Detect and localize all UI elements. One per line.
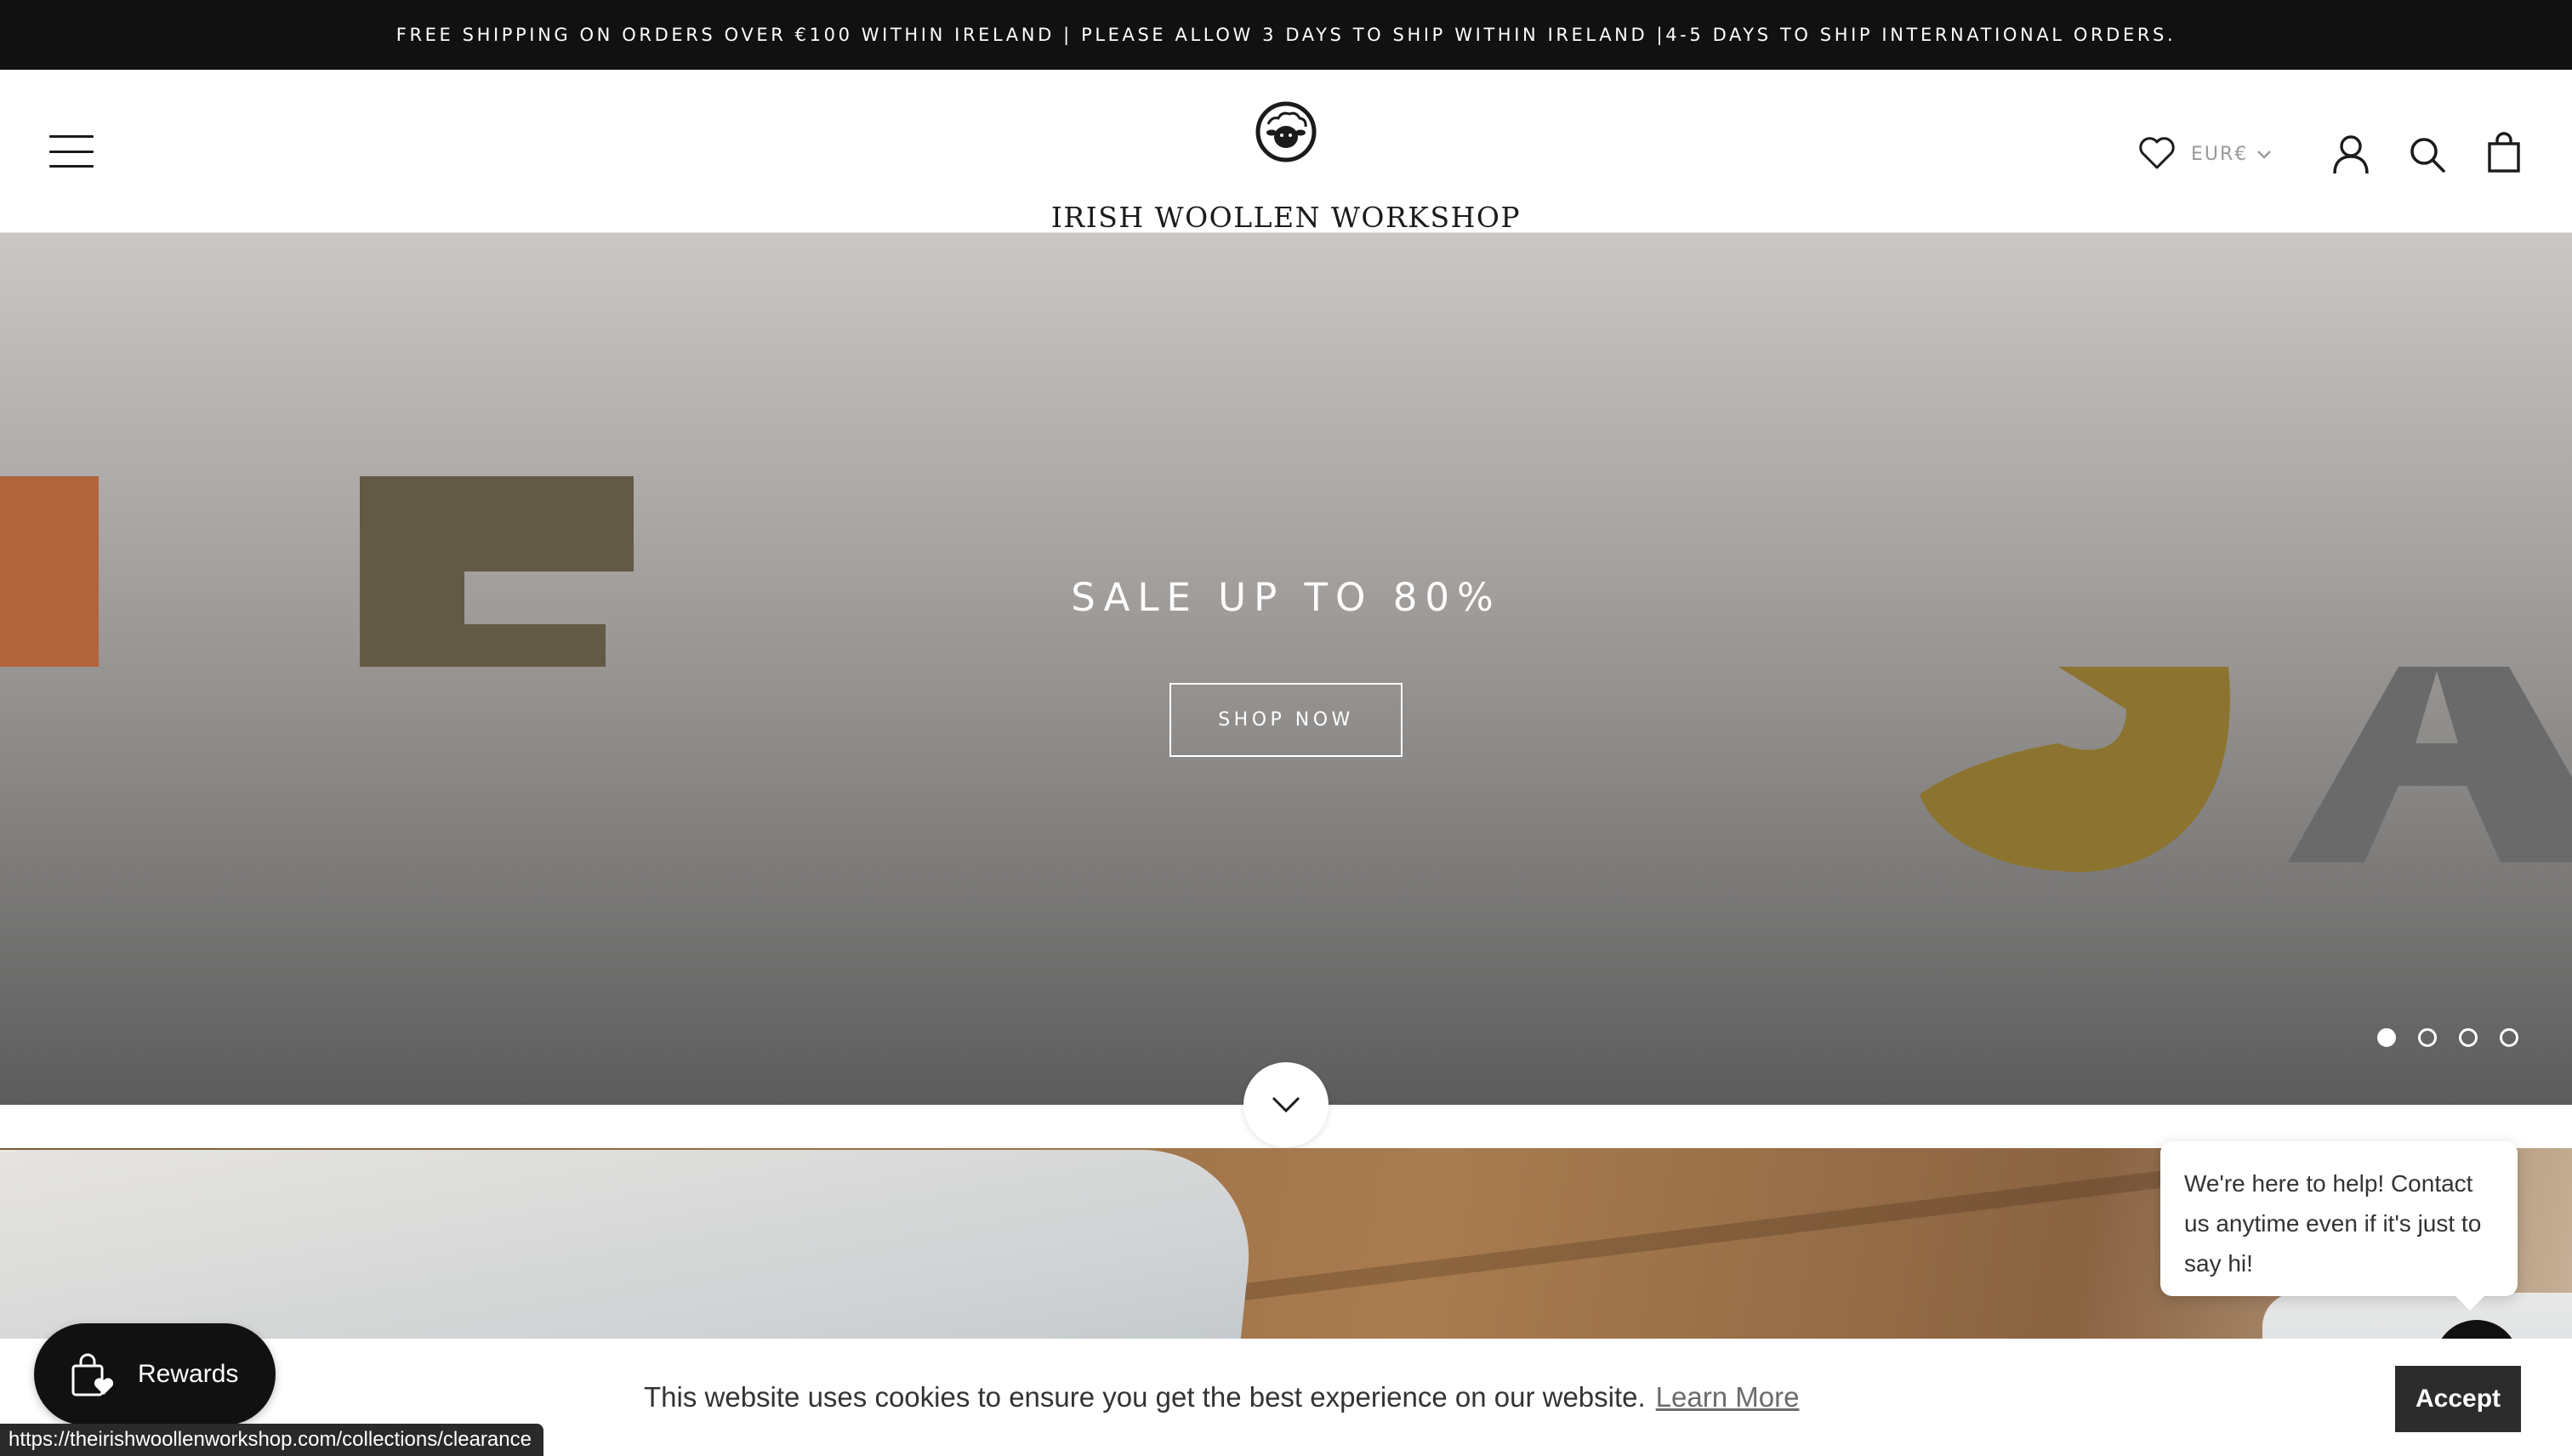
scroll-down-button[interactable] (1243, 1062, 1329, 1147)
learn-more-link[interactable]: Learn More (1656, 1381, 1800, 1413)
slide-dot-2[interactable] (2418, 1028, 2437, 1047)
currency-selector[interactable]: EUR€ (2191, 144, 2272, 165)
logo-text: IRISH WOOLLEN WORKSHOP (1050, 201, 1522, 234)
cookie-message: This website uses cookies to ensure you … (644, 1381, 1799, 1413)
chat-greeting-popup[interactable]: We're here to help! Contact us anytime e… (2160, 1141, 2518, 1296)
hero-title: SALE UP TO 80% (1071, 575, 1501, 620)
search-icon[interactable] (2409, 136, 2446, 173)
slide-dot-3[interactable] (2459, 1028, 2478, 1047)
chat-message: We're here to help! Contact us anytime e… (2184, 1170, 2482, 1277)
hero-slideshow: SALE UP TO 80% SHOP NOW (0, 233, 2572, 1105)
accept-cookies-button[interactable]: Accept (2395, 1366, 2521, 1432)
rewards-label: Rewards (138, 1360, 239, 1388)
heart-icon[interactable] (2138, 136, 2176, 170)
cart-icon[interactable] (2487, 131, 2521, 173)
chevron-down-icon (2257, 150, 2272, 159)
slide-dots (2377, 1028, 2518, 1047)
account-icon[interactable] (2332, 134, 2370, 175)
site-logo[interactable]: IRISH WOOLLEN WORKSHOP (1021, 99, 1551, 234)
shopping-bag-heart-icon (71, 1353, 114, 1396)
shop-now-button[interactable]: SHOP NOW (1169, 683, 1403, 757)
cookie-text: This website uses cookies to ensure you … (644, 1381, 1646, 1413)
currency-label: EUR€ (2191, 144, 2249, 165)
slide-dot-1[interactable] (2377, 1028, 2396, 1047)
announcement-text: FREE SHIPPING ON ORDERS OVER €100 WITHIN… (395, 25, 2177, 45)
site-header: IRISH WOOLLEN WORKSHOP EUR€ (0, 70, 2572, 234)
rewards-launcher[interactable]: Rewards (34, 1323, 276, 1425)
status-bar-url: https://theirishwoollenworkshop.com/coll… (0, 1424, 543, 1456)
menu-icon[interactable] (49, 135, 94, 168)
announcement-bar: FREE SHIPPING ON ORDERS OVER €100 WITHIN… (0, 0, 2572, 70)
hero-background-graphic (0, 476, 2572, 873)
sheep-logo-icon (1255, 101, 1317, 162)
chevron-down-icon (1272, 1096, 1300, 1113)
slide-dot-4[interactable] (2500, 1028, 2518, 1047)
